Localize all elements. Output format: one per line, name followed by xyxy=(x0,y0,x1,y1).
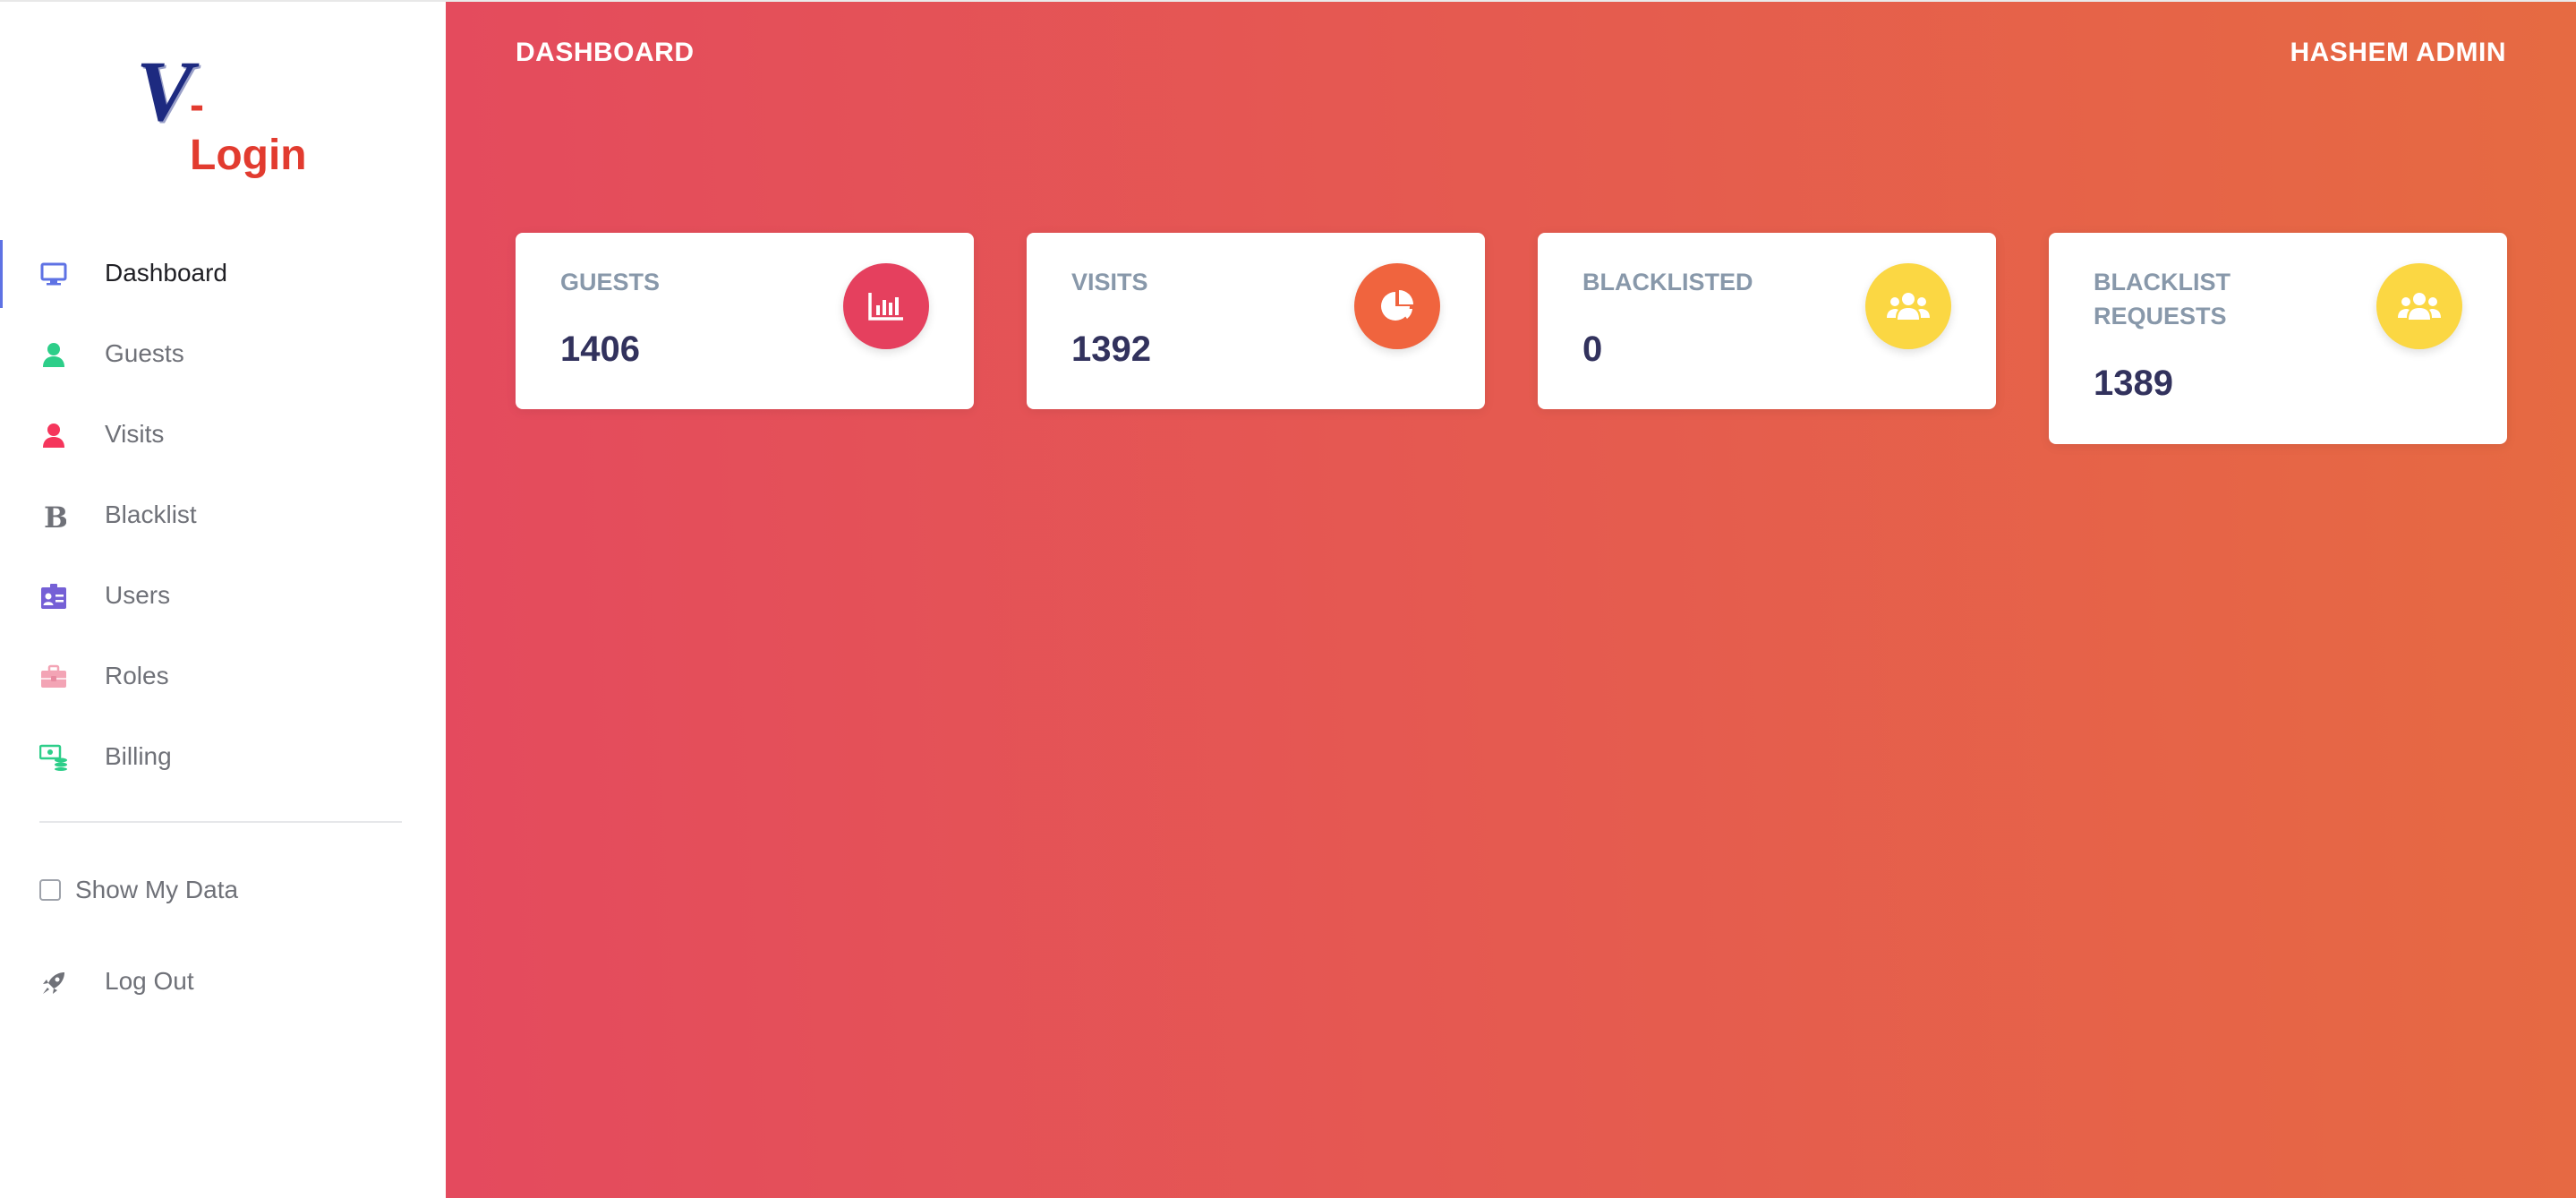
stat-card-guests: GUESTS 1406 xyxy=(516,233,974,409)
show-my-data-label: Show My Data xyxy=(75,876,239,903)
show-my-data-toggle[interactable]: Show My Data xyxy=(39,874,238,906)
sidebar-item-visits[interactable]: Visits xyxy=(0,394,446,475)
person-icon xyxy=(39,340,68,369)
stat-card-label: VISITS xyxy=(1071,269,1148,295)
sidebar-item-label: Users xyxy=(105,581,171,609)
users-icon xyxy=(2376,263,2462,349)
stat-card-value: 0 xyxy=(1582,329,1603,369)
logo-text: -Login xyxy=(190,81,307,179)
sidebar-item-dashboard[interactable]: Dashboard xyxy=(0,233,446,313)
stat-card-value: 1392 xyxy=(1071,329,1151,369)
rocket-icon xyxy=(39,969,68,997)
sidebar-item-label: Guests xyxy=(105,339,184,367)
sidebar-item-users[interactable]: Users xyxy=(0,555,446,636)
app-window: V -Login Dashboard Guests Visits B Black… xyxy=(0,0,2576,1198)
sidebar-item-label: Roles xyxy=(105,662,169,689)
stat-card-value: 1389 xyxy=(2094,364,2173,403)
users-icon xyxy=(1865,263,1951,349)
sidebar: V -Login Dashboard Guests Visits B Black… xyxy=(0,0,446,1198)
user-menu[interactable]: HASHEM ADMIN xyxy=(2290,38,2506,68)
stat-card-blacklist-requests: BLACKLIST REQUESTS 1389 xyxy=(2049,233,2507,444)
stat-card-label: BLACKLIST REQUESTS xyxy=(2094,269,2231,329)
brand-logo[interactable]: V -Login xyxy=(134,43,313,180)
sidebar-item-roles[interactable]: Roles xyxy=(0,636,446,716)
svg-text:B: B xyxy=(44,501,66,530)
logo-v-mark: V xyxy=(136,43,194,139)
sidebar-divider xyxy=(39,821,402,823)
bar-chart-icon xyxy=(843,263,929,349)
sidebar-item-label: Billing xyxy=(105,742,172,770)
stat-card-value: 1406 xyxy=(560,329,640,369)
sidebar-item-guests[interactable]: Guests xyxy=(0,313,446,394)
main-content: DASHBOARD HASHEM ADMIN GUESTS 1406 VISIT… xyxy=(446,0,2576,1198)
page-title[interactable]: DASHBOARD xyxy=(516,38,695,68)
logout-button[interactable]: Log Out xyxy=(0,960,446,1006)
show-my-data-checkbox[interactable] xyxy=(39,879,61,901)
id-card-icon xyxy=(39,582,68,611)
stat-card-blacklisted: BLACKLISTED 0 xyxy=(1538,233,1996,409)
sidebar-item-label: Dashboard xyxy=(105,259,227,287)
sidebar-item-label: Blacklist xyxy=(105,501,197,528)
stat-card-label: BLACKLISTED xyxy=(1582,269,1753,295)
logout-label: Log Out xyxy=(105,967,194,995)
stat-card-label: GUESTS xyxy=(560,269,661,295)
pie-chart-icon xyxy=(1354,263,1440,349)
briefcase-icon xyxy=(39,663,68,691)
person-icon xyxy=(39,421,68,449)
money-icon xyxy=(39,743,68,772)
sidebar-item-label: Visits xyxy=(105,420,165,448)
sidebar-item-blacklist[interactable]: B Blacklist xyxy=(0,475,446,555)
monitor-icon xyxy=(39,260,68,288)
sidebar-item-billing[interactable]: Billing xyxy=(0,716,446,797)
stat-card-visits: VISITS 1392 xyxy=(1027,233,1485,409)
sidebar-nav: Dashboard Guests Visits B Blacklist User… xyxy=(0,233,446,797)
letter-b-icon: B xyxy=(39,501,68,530)
